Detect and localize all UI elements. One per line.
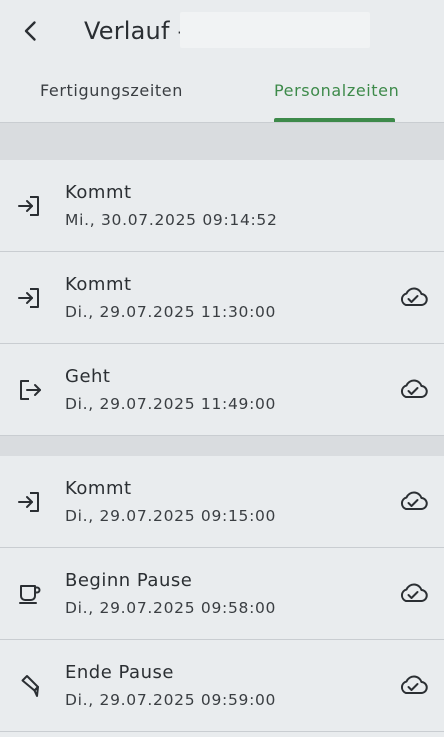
cloud-done-icon <box>400 379 428 398</box>
entry-type: Kommt <box>65 274 132 295</box>
cloud-done-icon <box>400 287 428 306</box>
chevron-left-icon <box>24 21 36 41</box>
list-item[interactable]: Ende Pause Di., 29.07.2025 09:59:00 <box>0 640 444 732</box>
page-title: Verlauf - <box>84 17 187 45</box>
list-item[interactable]: Geht Di., 29.07.2025 11:49:00 <box>0 344 444 436</box>
entry-timestamp: Di., 29.07.2025 09:15:00 <box>65 507 277 525</box>
back-button[interactable] <box>14 14 48 48</box>
app-header: Verlauf - <box>0 0 444 64</box>
coffee-cup-icon <box>19 585 41 604</box>
entry-timestamp: Di., 29.07.2025 11:30:00 <box>65 303 277 321</box>
app-screen: Verlauf - Fertigungszeiten Personalzeite… <box>0 0 444 737</box>
entry-type: Kommt <box>65 478 132 499</box>
cloud-done-icon <box>400 675 428 694</box>
entry-timestamp: Di., 29.07.2025 09:59:00 <box>65 691 277 709</box>
tab-fertigungszeiten[interactable]: Fertigungszeiten <box>40 80 183 102</box>
list-item[interactable]: Kommt Mi., 30.07.2025 09:14:52 <box>0 160 444 252</box>
login-icon <box>18 196 39 216</box>
pause-end-icon <box>21 675 39 697</box>
title-name-field <box>180 12 370 48</box>
list-item[interactable]: Kommt Di., 29.07.2025 11:30:00 <box>0 252 444 344</box>
entry-type: Ende Pause <box>65 662 174 683</box>
login-icon <box>18 288 39 308</box>
entry-timestamp: Di., 29.07.2025 09:58:00 <box>65 599 277 617</box>
group-separator <box>0 123 444 160</box>
group-separator <box>0 436 444 456</box>
list-item[interactable]: Beginn Pause Di., 29.07.2025 09:58:00 <box>0 548 444 640</box>
tab-personalzeiten[interactable]: Personalzeiten <box>274 80 399 102</box>
logout-icon <box>20 380 41 400</box>
entry-type: Kommt <box>65 182 132 203</box>
entry-timestamp: Mi., 30.07.2025 09:14:52 <box>65 211 278 229</box>
entry-type: Beginn Pause <box>65 570 193 591</box>
cloud-done-icon <box>400 491 428 510</box>
list-item[interactable]: Kommt Di., 29.07.2025 09:15:00 <box>0 456 444 548</box>
cloud-done-icon <box>400 583 428 602</box>
active-tab-indicator <box>274 118 395 122</box>
login-icon <box>18 492 39 512</box>
entry-timestamp: Di., 29.07.2025 11:49:00 <box>65 395 277 413</box>
tab-bar: Fertigungszeiten Personalzeiten <box>0 72 444 123</box>
entry-type: Geht <box>65 366 111 387</box>
